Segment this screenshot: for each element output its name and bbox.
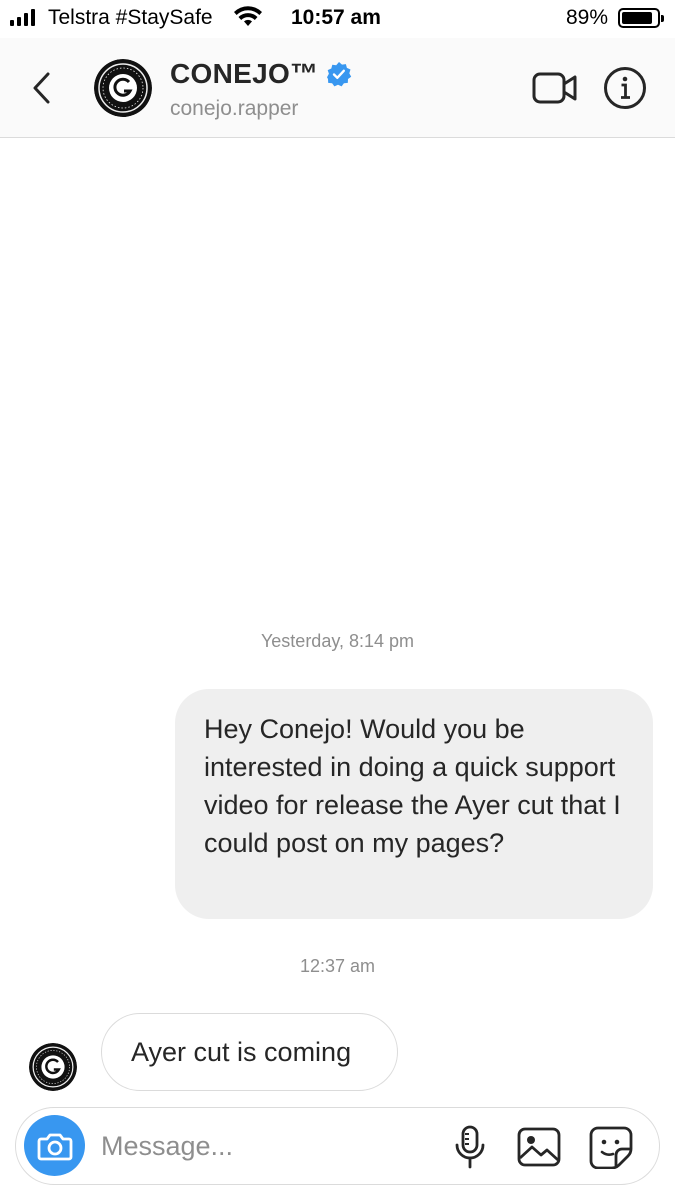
clock: 10:57 am bbox=[291, 6, 381, 29]
message-timestamp: Yesterday, 8:14 pm bbox=[260, 631, 415, 651]
carrier-label: Telstra #StaySafe bbox=[48, 6, 213, 29]
contact-name-row[interactable]: CONEJO™ bbox=[170, 58, 352, 90]
message-input[interactable] bbox=[101, 1123, 431, 1169]
wifi-icon bbox=[234, 6, 262, 26]
info-icon[interactable] bbox=[603, 66, 647, 110]
camera-button[interactable] bbox=[24, 1115, 85, 1176]
received-message-bubble[interactable]: Ayer cut is coming bbox=[101, 1013, 398, 1091]
video-call-icon[interactable] bbox=[531, 70, 579, 106]
contact-display-name: CONEJO™ bbox=[170, 58, 319, 89]
sent-message-bubble[interactable]: Hey Conejo! Would you be interested in d… bbox=[175, 689, 653, 919]
verified-badge-icon bbox=[327, 62, 352, 87]
battery-percent: 89% bbox=[566, 6, 609, 29]
microphone-icon[interactable] bbox=[452, 1124, 488, 1170]
battery-icon bbox=[618, 8, 664, 28]
contact-username[interactable]: conejo.rapper bbox=[170, 97, 298, 121]
message-timestamp: 12:37 am bbox=[299, 956, 376, 976]
avatar[interactable] bbox=[94, 59, 152, 117]
back-chevron-icon[interactable] bbox=[26, 68, 60, 108]
avatar[interactable] bbox=[29, 1043, 77, 1091]
sticker-icon[interactable] bbox=[588, 1125, 634, 1169]
signal-icon bbox=[10, 9, 35, 26]
gallery-icon[interactable] bbox=[516, 1126, 562, 1168]
message-composer bbox=[15, 1107, 660, 1185]
status-bar: Telstra #StaySafe 10:57 am 89% bbox=[0, 0, 675, 38]
camera-icon bbox=[37, 1133, 72, 1160]
chat-header: CONEJO™ conejo.rapper bbox=[0, 38, 675, 138]
received-message-text: Ayer cut is coming bbox=[131, 1036, 352, 1067]
